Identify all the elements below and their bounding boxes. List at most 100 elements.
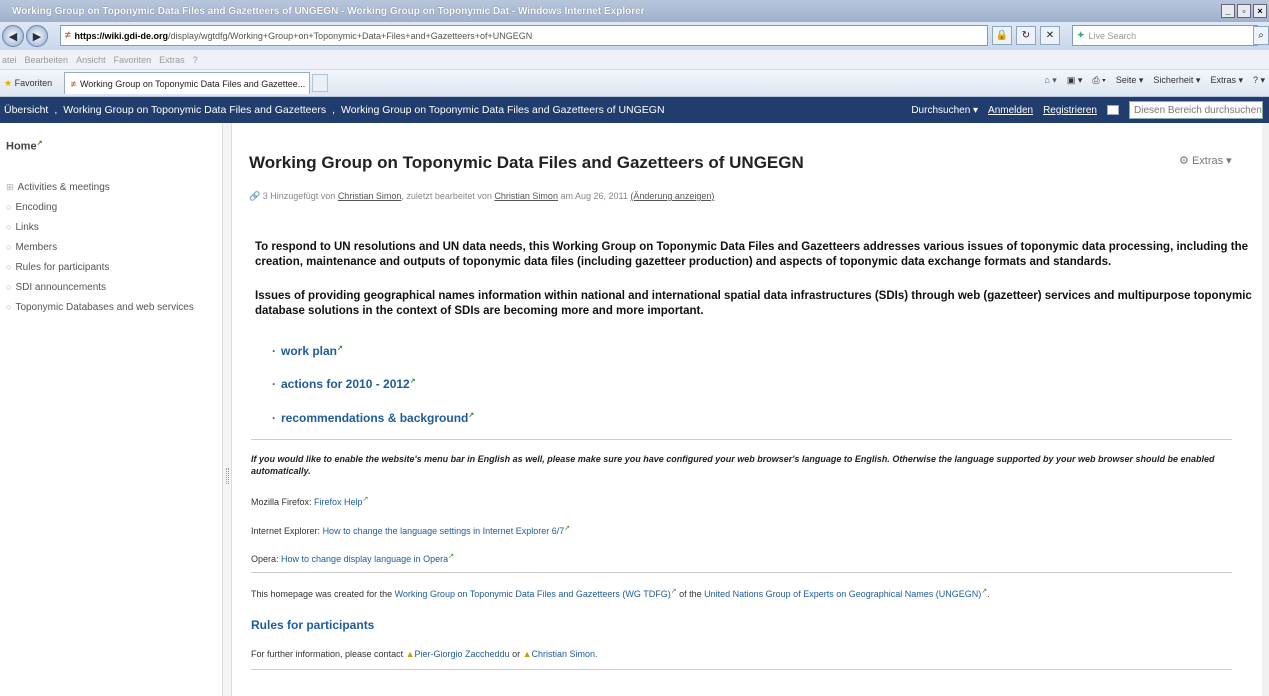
sidebar-item-databases[interactable]: ○ Toponymic Databases and web services: [6, 297, 194, 317]
breadcrumb-item-page[interactable]: Working Group on Toponymic Data Files an…: [341, 104, 665, 116]
minimize-button[interactable]: _: [1221, 4, 1235, 18]
page-metadata: 🔗 3 Hinzugefügt von Christian Simon, zul…: [249, 191, 714, 202]
address-bar: ◀ ▶ ≠ https://wiki.gdi-de.org /display/w…: [0, 22, 1269, 50]
breadcrumb-item-space[interactable]: Working Group on Toponymic Data Files an…: [63, 104, 326, 116]
live-search-input[interactable]: ✦ Live Search: [1072, 25, 1258, 46]
bullet-icon: ·: [272, 377, 276, 391]
sidebar-item-links[interactable]: ○ Links: [6, 217, 194, 237]
recommendations-label: recommendations & background: [281, 411, 469, 425]
sidebar-item-activities[interactable]: ⊞ Activities & meetings: [6, 177, 194, 197]
wg-tdfg-link[interactable]: Working Group on Toponymic Data Files an…: [395, 589, 671, 599]
breadcrumb-bar: Übersicht, Working Group on Toponymic Dat…: [0, 97, 1269, 123]
breadcrumb-separator: ,: [54, 104, 58, 116]
login-link[interactable]: Anmelden: [988, 105, 1033, 116]
new-tab-button[interactable]: [312, 74, 328, 92]
ie-help-link[interactable]: How to change the language settings in I…: [323, 526, 565, 536]
sidebar-item-label: Members: [15, 242, 58, 253]
work-plan-link[interactable]: · work plan↗: [272, 344, 343, 358]
register-link[interactable]: Registrieren: [1043, 105, 1097, 116]
refresh-icon[interactable]: ↻: [1016, 26, 1036, 45]
meta-date: am Aug 26, 2011: [560, 191, 628, 201]
favorites-star-icon: ★: [4, 77, 13, 88]
live-search-logo-icon: ✦: [1077, 30, 1085, 40]
sidebar-tree: ⊞ Activities & meetings ○ Encoding ○ Links …: [6, 177, 194, 317]
breadcrumb-actions: Durchsuchen ▾ Anmelden Registrieren Dies…: [911, 101, 1269, 119]
menu-bar: atei Bearbeiten Ansicht Favoriten Extras…: [0, 50, 1269, 70]
menu-help[interactable]: ?: [193, 55, 198, 65]
firefox-help-link[interactable]: Firefox Help: [314, 497, 363, 507]
external-link-icon: ↗: [670, 588, 677, 595]
print-icon[interactable]: ⎙ ▾: [1092, 75, 1105, 86]
ie-help-line: Internet Explorer: How to change the lan…: [251, 524, 570, 536]
close-window-button[interactable]: ×: [1253, 4, 1267, 18]
url-input[interactable]: ≠ https://wiki.gdi-de.org /display/wgtdf…: [60, 25, 988, 46]
meta-author-link[interactable]: Christian Simon: [338, 191, 402, 201]
sidebar-item-encoding[interactable]: ○ Encoding: [6, 197, 194, 217]
stop-icon[interactable]: ✕: [1040, 26, 1060, 45]
external-link-icon: ↗: [337, 345, 343, 352]
contact-simon-link[interactable]: Christian Simon.: [532, 649, 598, 659]
tree-bullet-icon: ○: [6, 242, 12, 252]
url-path: /display/wgtdfg/Working+Group+on+Toponym…: [168, 30, 533, 41]
contact-zaccheddu-link[interactable]: Pier-Giorgio Zaccheddu: [415, 649, 510, 659]
external-link-icon: ↗: [36, 140, 43, 147]
tree-bullet-icon: ○: [6, 262, 12, 272]
recommendations-link[interactable]: · recommendations & background↗: [272, 411, 474, 425]
sidebar-item-label: SDI announcements: [15, 282, 107, 293]
opera-help-link[interactable]: How to change display language in Opera: [281, 554, 448, 564]
sidebar-resize-handle[interactable]: [222, 123, 232, 696]
back-button[interactable]: ◀: [2, 25, 24, 47]
intro-paragraph-1: To respond to UN resolutions and UN data…: [255, 241, 1249, 268]
extras-menu-button[interactable]: ⚙ Extras ▾: [1179, 154, 1232, 167]
sidebar-item-sdi[interactable]: ○ SDI announcements: [6, 277, 194, 297]
feeds-icon[interactable]: ▣ ▾: [1067, 75, 1083, 86]
sidebar-item-label: Encoding: [15, 202, 58, 213]
actions-link[interactable]: · actions for 2010 - 2012↗: [272, 377, 416, 391]
opera-help-line: Opera: How to change display language in…: [251, 552, 454, 564]
command-security[interactable]: Sicherheit ▾: [1153, 75, 1200, 86]
lock-icon[interactable]: 🔒: [992, 26, 1012, 45]
menu-favorites[interactable]: Favoriten: [114, 55, 152, 65]
command-page[interactable]: Seite ▾: [1116, 75, 1144, 86]
intro-paragraph-2: Issues of providing geographical names i…: [255, 290, 1252, 317]
sidebar-home-link[interactable]: Home↗: [6, 139, 42, 153]
window-title: Working Group on Toponymic Data Files an…: [12, 5, 645, 17]
menu-view[interactable]: Ansicht: [76, 55, 106, 65]
layout-toggle-icon[interactable]: [1107, 105, 1119, 115]
command-tools[interactable]: Extras ▾: [1210, 75, 1243, 86]
maximize-button[interactable]: ▫: [1237, 4, 1251, 18]
menu-edit[interactable]: Bearbeiten: [25, 55, 69, 65]
rules-heading: Rules for participants: [251, 618, 375, 632]
sidebar-item-members[interactable]: ○ Members: [6, 237, 194, 257]
forward-button[interactable]: ▶: [26, 25, 48, 47]
divider: [251, 572, 1232, 573]
space-search-input[interactable]: Diesen Bereich durchsuchen: [1129, 101, 1263, 119]
breadcrumb-item-overview[interactable]: Übersicht: [4, 104, 48, 116]
contact-line: For further information, please contact …: [251, 649, 598, 659]
tab-active-label: Working Group on Toponymic Data Files an…: [79, 78, 306, 89]
browse-menu[interactable]: Durchsuchen ▾: [911, 105, 978, 116]
home-icon[interactable]: ⌂ ▾: [1044, 75, 1056, 86]
view-changes-link[interactable]: (Änderung anzeigen): [630, 191, 714, 201]
page-title: Working Group on Toponymic Data Files an…: [249, 153, 804, 172]
user-icon: ▲: [522, 649, 532, 659]
favorites-button[interactable]: ★ Favoriten: [0, 78, 64, 89]
firefox-help-line: Mozilla Firefox: Firefox Help↗: [251, 495, 368, 507]
ungegn-link[interactable]: United Nations Group of Experts on Geogr…: [704, 589, 981, 599]
help-icon[interactable]: ? ▾: [1253, 75, 1265, 86]
sidebar-item-rules[interactable]: ○ Rules for participants: [6, 257, 194, 277]
space-search-placeholder: Diesen Bereich durchsuchen: [1134, 104, 1262, 116]
vertical-scrollbar[interactable]: [1262, 123, 1269, 696]
breadcrumb-separator: ,: [332, 104, 336, 116]
tab-active[interactable]: ≠ Working Group on Toponymic Data Files …: [64, 72, 310, 94]
external-link-icon: ↗: [409, 378, 416, 385]
tree-bullet-icon: ○: [6, 282, 12, 292]
actions-label: actions for 2010 - 2012: [281, 377, 410, 391]
window-title-bar: Working Group on Toponymic Data Files an…: [0, 0, 1269, 22]
menu-tools[interactable]: Extras: [159, 55, 185, 65]
menu-file[interactable]: atei: [2, 55, 17, 65]
meta-editor-link[interactable]: Christian Simon: [494, 191, 558, 201]
expand-icon[interactable]: ⊞: [6, 182, 14, 192]
search-go-icon[interactable]: ⌕: [1253, 26, 1269, 45]
address-actions: 🔒 ↻ ✕: [992, 26, 1060, 45]
